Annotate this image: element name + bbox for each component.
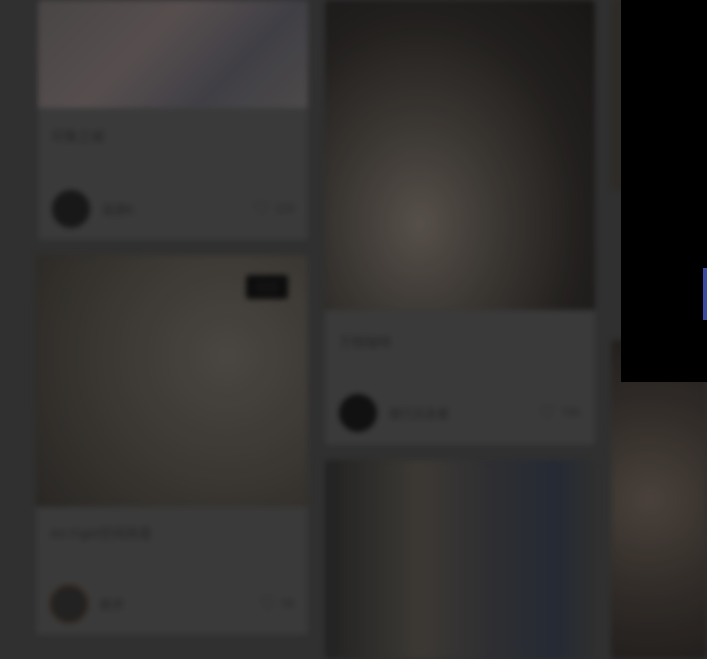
card-title[interactable]: 万物咖啡: [339, 332, 391, 351]
video-badge: 视频: [246, 275, 288, 299]
like-button[interactable]: ♡ 76K: [539, 404, 581, 422]
card-author[interactable]: 新开: [50, 585, 124, 623]
feed-card[interactable]: 印象之城 逗游K ♡ 123: [38, 0, 308, 240]
author-name[interactable]: 旅行日志者: [389, 405, 449, 422]
avatar[interactable]: [50, 585, 88, 623]
card-title[interactable]: Art Fight空间改造: [50, 523, 151, 542]
feed-grid: 印象之城 逗游K ♡ 123 视频 Art Fight空间改造 新开 ♡ 58 …: [0, 0, 707, 659]
like-button[interactable]: ♡ 58: [260, 595, 294, 613]
like-count: 58: [281, 598, 294, 610]
card-image[interactable]: [325, 460, 595, 659]
feed-card[interactable]: [325, 460, 595, 659]
card-image[interactable]: [611, 340, 707, 659]
like-count: 76K: [561, 407, 581, 419]
like-button[interactable]: ♡ 123: [254, 200, 295, 218]
popup-accent-bar: [703, 268, 707, 320]
feed-card[interactable]: 视频 Art Fight空间改造 新开 ♡ 58: [36, 255, 308, 635]
heart-icon: ♡: [253, 199, 270, 219]
avatar[interactable]: [339, 394, 377, 432]
card-image[interactable]: [325, 0, 595, 310]
heart-icon: ♡: [259, 594, 276, 614]
popup-panel[interactable]: [621, 0, 707, 382]
card-author[interactable]: 逗游K: [52, 190, 134, 228]
card-title[interactable]: 印象之城: [52, 126, 104, 145]
avatar[interactable]: [52, 190, 90, 228]
card-image[interactable]: [38, 0, 308, 108]
author-name[interactable]: 新开: [100, 596, 124, 613]
author-name[interactable]: 逗游K: [102, 201, 134, 218]
like-count: 123: [275, 203, 294, 215]
card-author[interactable]: 旅行日志者: [339, 394, 449, 432]
feed-card[interactable]: 万物咖啡 旅行日志者 ♡ 76K: [325, 0, 595, 445]
heart-icon: ♡: [539, 403, 556, 423]
feed-card[interactable]: [611, 340, 707, 659]
